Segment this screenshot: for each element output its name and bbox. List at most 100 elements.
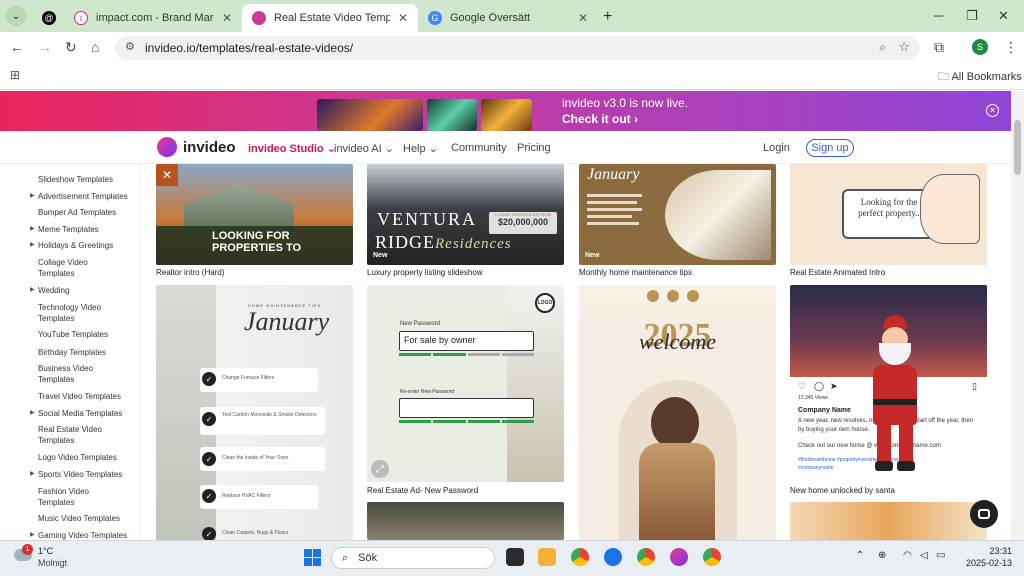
minimize-button[interactable]: ─ <box>934 8 943 23</box>
sidebar-item[interactable]: Business Video Templates <box>38 363 104 385</box>
sidebar-item[interactable]: Music Video Templates <box>38 513 138 524</box>
template-card-welcome-2025[interactable]: 2025 welcome <box>579 285 776 540</box>
tab-threads[interactable]: @ <box>32 4 64 32</box>
login-link[interactable]: Login <box>763 142 790 154</box>
sidebar-item[interactable]: Social Media Templates <box>38 408 138 419</box>
tab-google-translate[interactable]: G Google Översätt ✕ <box>418 4 598 32</box>
expand-arrow-icon[interactable]: ▶ <box>30 241 35 248</box>
chat-support-button[interactable] <box>970 500 998 528</box>
close-icon[interactable]: ✕ <box>398 11 408 25</box>
template-card-santa[interactable]: ♡ ◯ ➤ ▯ 12,345 Views Company Name A new … <box>790 285 987 482</box>
expand-icon[interactable]: ⤢ <box>371 460 389 478</box>
battery-icon[interactable]: ▭ <box>936 550 945 561</box>
tray-overflow-icon[interactable]: ⌃ <box>856 550 864 561</box>
template-caption[interactable]: Luxury property listing slideshow <box>367 268 483 277</box>
template-card-realtor-intro[interactable]: ✕ LOOKING FOR PROPERTIES TO <box>156 164 353 265</box>
tab-search-button[interactable]: ⌄ <box>6 6 26 26</box>
sidebar-item[interactable]: Collage Video Templates <box>38 257 108 279</box>
template-card-autumn[interactable] <box>790 502 987 540</box>
sidebar-item[interactable]: Travel Video Templates <box>38 391 138 402</box>
copilot-icon[interactable] <box>670 548 688 566</box>
sidebar-item[interactable]: Holidays & Greetings <box>38 240 138 251</box>
close-window-button[interactable]: ✕ <box>998 8 1009 24</box>
close-banner-icon[interactable]: ✕ <box>986 104 999 117</box>
template-caption[interactable]: Monthly home maintenance tips <box>579 268 692 277</box>
template-caption[interactable]: Realtor intro (Hard) <box>156 268 224 277</box>
nav-pricing[interactable]: Pricing <box>517 142 551 154</box>
template-card-january-tips[interactable]: HOME MAINTENANCE TIPS January ✓ Change F… <box>156 285 353 540</box>
sidebar-item[interactable]: Slideshow Templates <box>38 174 138 185</box>
nav-community[interactable]: Community <box>451 142 507 154</box>
expand-arrow-icon[interactable]: ▶ <box>30 409 35 416</box>
close-icon[interactable]: ✕ <box>222 11 232 25</box>
reload-button[interactable]: ↻ <box>65 39 77 56</box>
sidebar-item[interactable]: Meme Templates <box>38 224 138 235</box>
promo-banner[interactable]: ✕ <box>0 91 1011 131</box>
expand-arrow-icon[interactable]: ▶ <box>30 531 35 538</box>
sidebar-item[interactable]: Bumper Ad Templates <box>38 207 138 218</box>
restore-button[interactable]: ❐ <box>966 8 978 24</box>
banner-cta[interactable]: Check it out › <box>562 112 638 126</box>
sidebar-item[interactable]: Real Estate Video Templates <box>38 424 108 446</box>
template-card-new-password[interactable]: LOGO New Password For sale by owner Re-e… <box>367 285 564 482</box>
expand-arrow-icon[interactable]: ▶ <box>30 470 35 477</box>
expand-arrow-icon[interactable]: ▶ <box>30 286 35 293</box>
more-menu-icon[interactable]: ⋮ <box>1004 39 1018 56</box>
sidebar-item[interactable]: Sports Video Templates <box>38 469 138 480</box>
signup-button[interactable]: Sign up <box>806 139 854 157</box>
close-icon[interactable]: ✕ <box>578 11 588 25</box>
task-view-icon[interactable] <box>506 548 524 566</box>
nav-invideo-ai[interactable]: invideo AI ⌄ <box>334 142 394 155</box>
template-card-animated-intro[interactable]: Looking for the perfect property.. <box>790 164 987 265</box>
windows-start-icon[interactable] <box>304 549 321 566</box>
sidebar-item[interactable]: Advertisement Templates <box>38 191 138 202</box>
chrome-profile-icon[interactable] <box>637 548 655 566</box>
tab-invideo[interactable]: Real Estate Video Templates: Sh ✕ <box>242 4 418 32</box>
sidebar-item[interactable]: Wedding <box>38 285 138 296</box>
template-caption[interactable]: New home unlocked by santa <box>790 486 895 495</box>
nav-invideo-studio[interactable]: invideo Studio ⌄ <box>248 142 336 155</box>
brand-name[interactable]: invideo <box>183 139 236 156</box>
zoom-icon[interactable]: ⌕ <box>879 40 886 55</box>
sidebar-item[interactable]: Birthday Templates <box>38 347 138 358</box>
nav-help[interactable]: Help ⌄ <box>403 142 438 155</box>
address-bar[interactable]: ⚙ invideo.io/templates/real-estate-video… <box>115 36 920 60</box>
new-tab-button[interactable]: + <box>603 8 612 26</box>
home-button[interactable]: ⌂ <box>91 39 99 55</box>
site-info-icon[interactable]: ⚙ <box>125 40 135 53</box>
forward-button[interactable]: → <box>38 39 52 55</box>
all-bookmarks-button[interactable]: 🗀 All Bookmarks <box>938 68 1022 87</box>
apps-grid-icon[interactable]: ⊞ <box>10 68 20 82</box>
sidebar-item[interactable]: Gaming Video Templates <box>38 530 138 540</box>
template-card-next[interactable] <box>367 502 564 540</box>
template-caption[interactable]: Real Estate Ad- New Password <box>367 486 478 495</box>
volume-icon[interactable]: ◁ <box>920 550 928 561</box>
tab-impact[interactable]: ı impact.com - Brand Marketplace ✕ <box>64 4 242 32</box>
sidebar-item[interactable]: Technology Video Templates <box>38 302 112 324</box>
sidebar-item[interactable]: Fashion Video Templates <box>38 486 100 508</box>
weather-temp[interactable]: 1°C <box>38 546 53 556</box>
expand-arrow-icon[interactable]: ▶ <box>30 225 35 232</box>
file-explorer-icon[interactable] <box>538 548 556 566</box>
scrollbar-thumb[interactable] <box>1014 120 1021 175</box>
template-caption[interactable]: Real Estate Animated Intro <box>790 268 885 277</box>
network-icon[interactable]: ⊕ <box>878 550 886 561</box>
profile-avatar[interactable]: S <box>972 39 988 55</box>
template-card-maintenance-tips[interactable]: January New <box>579 164 776 265</box>
template-card-luxury-listing[interactable]: VENTURA RIDGEResidences LUXURY RESIDENCE… <box>367 164 564 265</box>
taskbar-search[interactable]: ⌕ Sök <box>331 547 495 569</box>
invideo-logo-icon[interactable] <box>157 137 177 157</box>
chrome-alt-icon[interactable] <box>703 548 721 566</box>
clock-date[interactable]: 2025-02-13 <box>955 558 1012 568</box>
wifi-icon[interactable]: ◠ <box>903 550 912 561</box>
extensions-icon[interactable]: ⧉ <box>934 39 944 56</box>
bookmark-star-icon[interactable]: ☆ <box>898 39 910 55</box>
weather-desc[interactable]: Molnigt <box>38 558 67 568</box>
sidebar-item[interactable]: Logo Video Templates <box>38 452 138 463</box>
clock-time[interactable]: 23:31 <box>966 546 1012 556</box>
sidebar-item[interactable]: YouTube Templates <box>38 329 138 340</box>
bing-icon[interactable] <box>604 548 622 566</box>
chrome-icon[interactable] <box>571 548 589 566</box>
expand-arrow-icon[interactable]: ▶ <box>30 192 35 199</box>
back-button[interactable]: ← <box>10 39 24 55</box>
